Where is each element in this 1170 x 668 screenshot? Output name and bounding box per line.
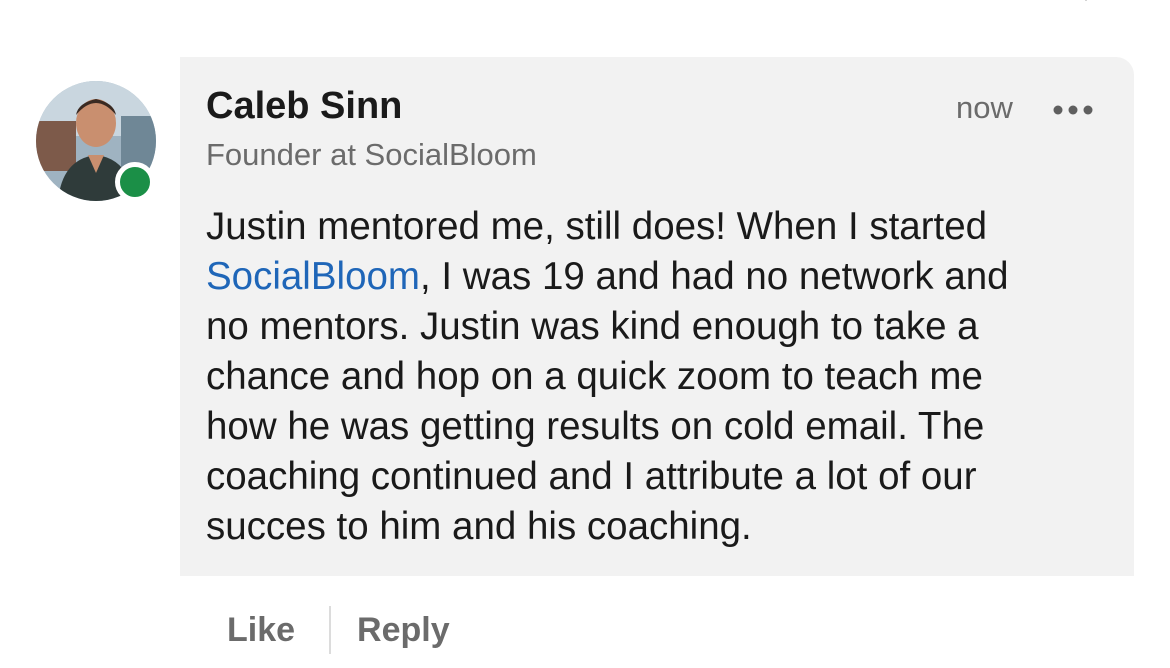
- mention-link[interactable]: SocialBloom: [206, 255, 420, 298]
- reply-button[interactable]: Reply: [357, 611, 450, 650]
- action-divider: [329, 606, 332, 654]
- online-status-indicator: [115, 162, 155, 202]
- author-name[interactable]: Caleb Sinn: [206, 85, 402, 128]
- comment-text-line: chance and hop on a quick zoom to teach …: [206, 355, 983, 398]
- comment-text-line: how he was getting results on cold email…: [206, 405, 985, 448]
- comment-actions: Like Reply: [227, 605, 450, 655]
- more-horizontal-icon[interactable]: [1050, 95, 1096, 125]
- comment-text-line: Justin mentored me, still does! When I s…: [206, 205, 988, 248]
- comment-text-fragment: , I was 19 and had no network and: [420, 255, 1009, 298]
- chevron-down-icon[interactable]: [1075, 0, 1097, 4]
- comment-text-line: coaching continued and I attribute a lot…: [206, 455, 977, 498]
- like-button[interactable]: Like: [227, 611, 295, 650]
- comment-timestamp: now: [956, 90, 1013, 125]
- comment-text: Justin mentored me, still does! When I s…: [206, 202, 1111, 552]
- comment-text-line: no mentors. Justin was kind enough to ta…: [206, 305, 979, 348]
- comment-text-line: SocialBloom, I was 19 and had no network…: [206, 252, 1111, 302]
- comment-bubble: Caleb Sinn Founder at SocialBloom now Ju…: [180, 57, 1134, 576]
- author-headline: Founder at SocialBloom: [206, 137, 537, 172]
- comment-text-line: succes to him and his coaching.: [206, 505, 752, 548]
